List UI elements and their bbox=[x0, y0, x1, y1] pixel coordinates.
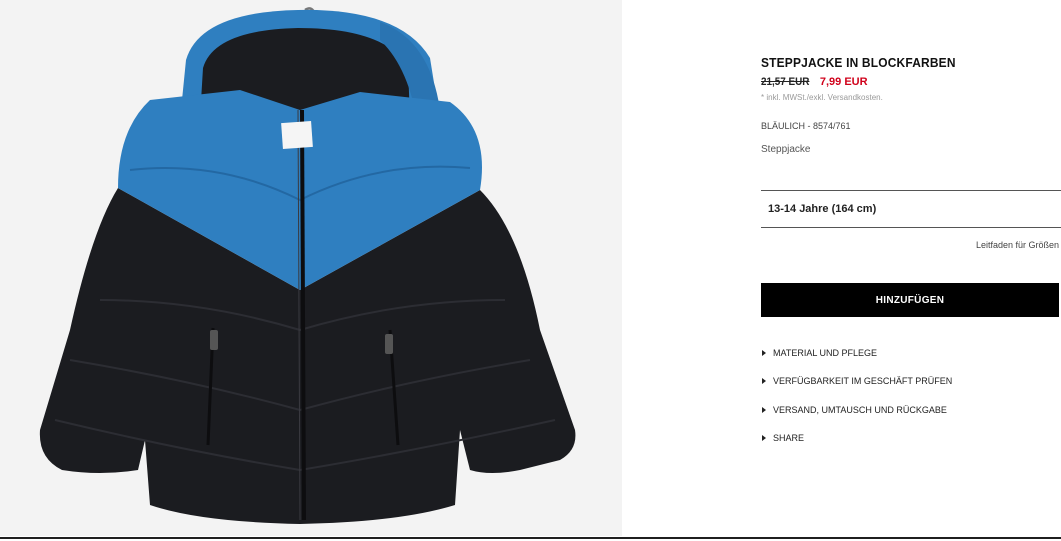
accordion-share[interactable]: SHARE bbox=[761, 431, 1061, 445]
caret-right-icon bbox=[762, 434, 766, 441]
accordion-label: VERFÜGBARKEIT IM GESCHÄFT PRÜFEN bbox=[773, 376, 953, 387]
product-title: STEPPJACKE IN BLOCKFARBEN bbox=[761, 55, 956, 70]
caret-right-icon bbox=[762, 350, 766, 356]
bottom-divider bbox=[0, 537, 1061, 539]
color-reference: BLÄULICH - 8574/761 bbox=[761, 121, 851, 131]
product-info: STEPPJACKE IN BLOCKFARBEN 21,57 EUR 7,99… bbox=[761, 55, 1061, 155]
accordion-shipping[interactable]: VERSAND, UMTAUSCH UND RÜCKGABE bbox=[761, 403, 1061, 417]
accordion-material[interactable]: MATERIAL UND PFLEGE bbox=[761, 346, 1061, 360]
add-to-cart-button[interactable]: HINZUFÜGEN bbox=[761, 283, 1059, 317]
product-description: Steppjacke bbox=[761, 144, 811, 155]
price-block: 21,57 EUR 7,99 EUR bbox=[761, 76, 1061, 88]
caret-right-icon bbox=[762, 406, 766, 413]
jacket-illustration bbox=[39, 7, 576, 524]
size-selector[interactable]: 13-14 Jahre (164 cm) bbox=[761, 190, 1061, 228]
tax-note: * inkl. MWSt./exkl. Versandkosten. bbox=[761, 93, 883, 102]
info-accordion: MATERIAL UND PFLEGE VERFÜGBARKEIT IM GES… bbox=[761, 346, 1061, 459]
size-guide-link[interactable]: Leitfaden für Größen bbox=[900, 240, 1061, 250]
size-selected-label: 13-14 Jahre (164 cm) bbox=[768, 203, 877, 215]
accordion-label: MATERIAL UND PFLEGE bbox=[773, 348, 878, 358]
accordion-availability[interactable]: VERFÜGBARKEIT IM GESCHÄFT PRÜFEN bbox=[761, 374, 1061, 388]
accordion-label: VERSAND, UMTAUSCH UND RÜCKGABE bbox=[773, 404, 947, 415]
price-old: 21,57 EUR bbox=[761, 76, 810, 88]
product-page: STEPPJACKE IN BLOCKFARBEN 21,57 EUR 7,99… bbox=[0, 0, 1061, 541]
caret-right-icon bbox=[762, 378, 766, 385]
price-new: 7,99 EUR bbox=[819, 76, 868, 88]
accordion-label: SHARE bbox=[773, 432, 805, 443]
product-image[interactable] bbox=[0, 0, 622, 536]
